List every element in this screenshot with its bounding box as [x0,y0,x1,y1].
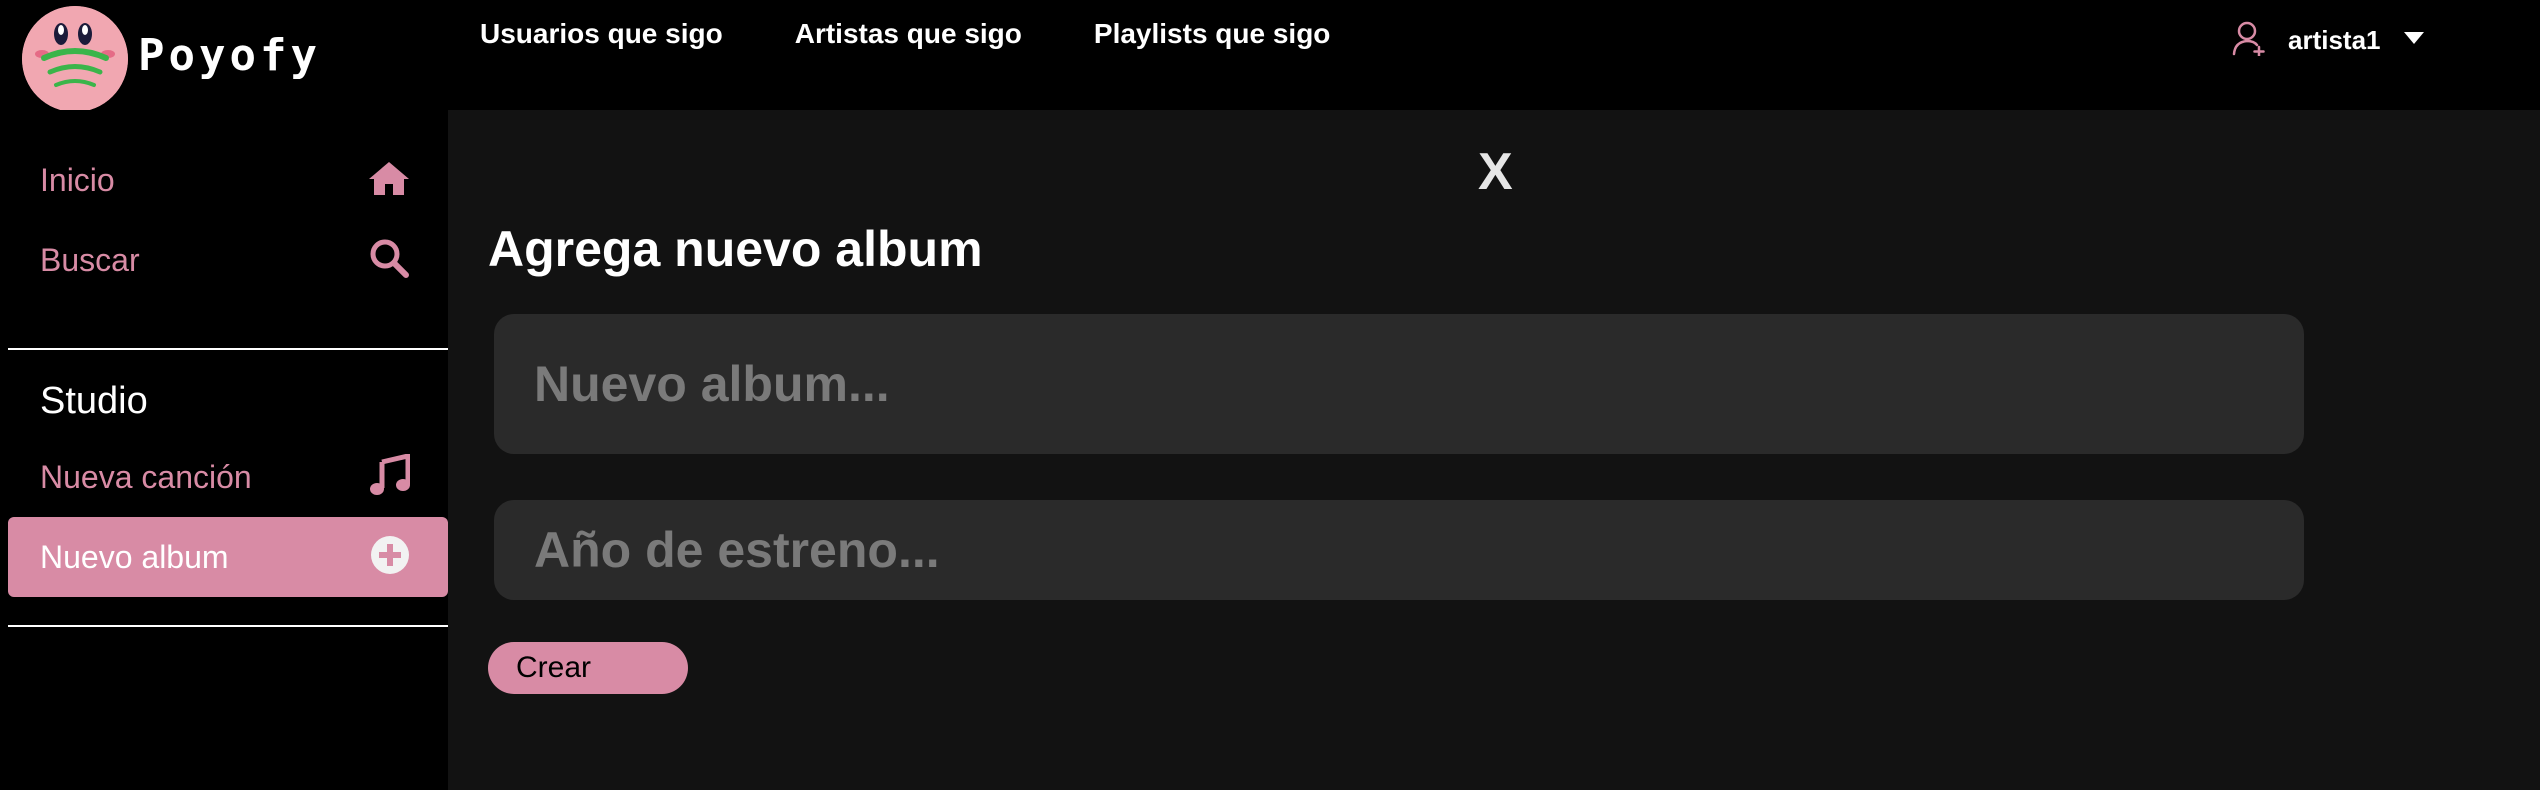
brand-name: Poyofy [138,30,321,81]
release-year-input[interactable] [494,500,2304,600]
sidebar-divider [8,625,448,627]
top-bar: Poyofy Usuarios que sigo Artistas que si… [0,0,2540,112]
sidebar-item-label: Inicio [40,161,115,198]
username: artista1 [2288,25,2381,55]
sidebar-item-nueva-cancion[interactable]: Nueva canción [8,437,448,517]
create-button[interactable]: Crear [488,642,688,694]
sidebar: Inicio Buscar Studio Nueva canción Nuevo… [0,110,448,790]
sidebar-item-nuevo-album[interactable]: Nuevo album [8,517,448,597]
main-panel: X Agrega nuevo album Crear [448,110,2540,790]
plus-circle-icon [370,535,410,580]
sidebar-item-label: Nueva canción [40,458,252,495]
caret-down-icon [2403,31,2425,50]
sidebar-divider [8,348,448,350]
search-icon [368,237,410,284]
close-button[interactable]: X [1478,146,1513,198]
top-nav: Usuarios que sigo Artistas que sigo Play… [480,18,1330,50]
nav-playlists-que-sigo[interactable]: Playlists que sigo [1094,18,1331,50]
home-icon [368,160,410,201]
sidebar-item-buscar[interactable]: Buscar [8,220,448,300]
nav-artistas-que-sigo[interactable]: Artistas que sigo [795,18,1022,50]
user-menu[interactable]: artista1 [2232,20,2425,61]
kirby-logo-icon[interactable] [22,6,128,112]
form-title: Agrega nuevo album [488,221,983,277]
user-icon [2232,20,2266,61]
music-note-icon [370,452,411,501]
studio-section-title: Studio [40,380,148,422]
nav-usuarios-que-sigo[interactable]: Usuarios que sigo [480,18,723,50]
sidebar-item-inicio[interactable]: Inicio [8,140,448,220]
sidebar-item-label: Nuevo album [40,538,229,575]
sidebar-item-label: Buscar [40,241,140,278]
album-name-input[interactable] [494,314,2304,454]
